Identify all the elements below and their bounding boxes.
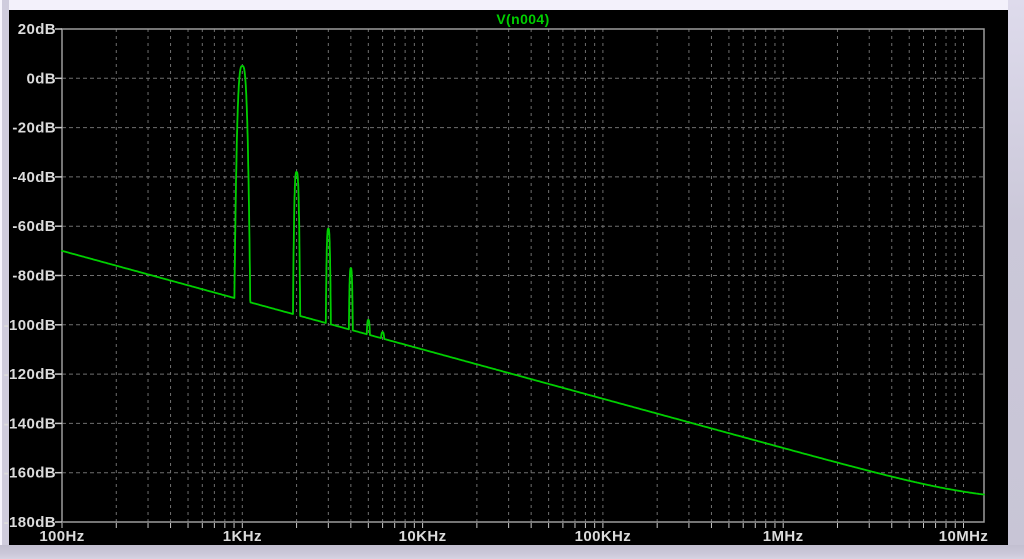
plot-axis-box bbox=[61, 28, 985, 523]
y-axis-label: -160dB bbox=[4, 465, 56, 482]
trace-vn004[interactable] bbox=[61, 65, 985, 496]
trace-name-label[interactable]: V(n004) bbox=[496, 11, 549, 27]
fft-plot[interactable]: 100Hz 1KHz 10KHz 100KHz 1MHz 10MHz 20dB0dB-20… bbox=[0, 0, 1024, 559]
x-axis-label: 100KHz bbox=[575, 528, 632, 545]
y-axis-label: -120dB bbox=[4, 366, 56, 383]
y-axis-label: -60dB bbox=[12, 218, 56, 235]
trace-polyline[interactable] bbox=[61, 65, 985, 496]
y-axis-labels: 20dB 0dB -20dB -40dB -60dB -80dB -100dB -120dB -… bbox=[4, 21, 56, 531]
x-axis-label: 1KHz bbox=[223, 528, 262, 545]
y-axis-label: -40dB bbox=[12, 169, 56, 186]
x-axis-label: 10MHz bbox=[939, 528, 989, 545]
y-axis-label: -100dB bbox=[4, 317, 56, 334]
y-axis-label: 0dB bbox=[26, 70, 56, 87]
grid-lines bbox=[62, 29, 984, 522]
axis-tick-marks bbox=[55, 28, 964, 528]
y-axis-label: -80dB bbox=[12, 268, 56, 285]
x-axis-label: 1MHz bbox=[763, 528, 804, 545]
y-axis-label: 20dB bbox=[18, 21, 56, 38]
y-axis-label: -180dB bbox=[4, 514, 56, 531]
x-axis-labels: 100Hz 1KHz 10KHz 100KHz 1MHz 10MHz bbox=[39, 528, 988, 545]
x-axis-label: 10KHz bbox=[399, 528, 447, 545]
ltspice-waveform-window: { "trace": { "name": "V(n004)", "color":… bbox=[0, 0, 1024, 559]
y-axis-label: -20dB bbox=[12, 120, 56, 137]
y-axis-label: -140dB bbox=[4, 415, 56, 432]
